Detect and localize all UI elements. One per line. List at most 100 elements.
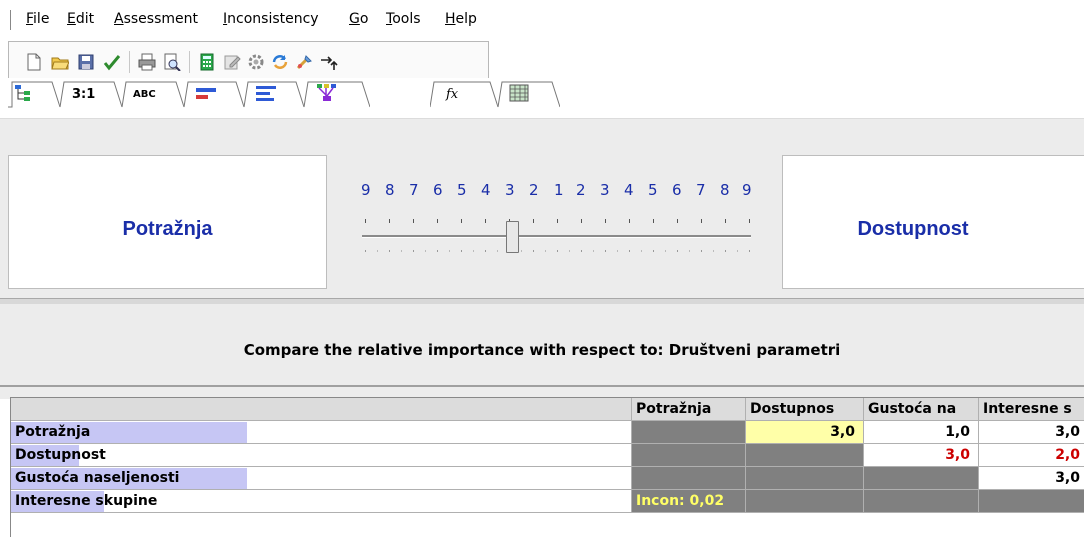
- scale-value[interactable]: 1: [554, 181, 564, 199]
- slider-tick: [557, 250, 558, 252]
- slider-tick: [653, 250, 654, 252]
- scale-value[interactable]: 3: [505, 181, 515, 199]
- slider-tick: [629, 250, 630, 252]
- check-icon[interactable]: [103, 53, 121, 71]
- judgment-cell[interactable]: 3,0: [979, 467, 1084, 490]
- diagonal-cell: [864, 490, 979, 513]
- scale-value[interactable]: 9: [361, 181, 371, 199]
- print-preview-icon[interactable]: [163, 53, 181, 71]
- judgment-slider-track[interactable]: [362, 235, 751, 238]
- column-header[interactable]: Gustoća na: [864, 398, 979, 421]
- tab-questionnaire[interactable]: [244, 80, 304, 108]
- row-header[interactable]: Potražnja: [11, 421, 632, 444]
- tab-formula[interactable]: fx: [430, 80, 498, 108]
- open-folder-icon[interactable]: [51, 53, 69, 71]
- slider-tick: [677, 250, 678, 252]
- scale-value[interactable]: 4: [481, 181, 491, 199]
- tab-spreadsheet[interactable]: [498, 80, 560, 108]
- column-header[interactable]: Potražnja: [632, 398, 746, 421]
- row-label: Potražnja: [15, 424, 91, 440]
- menu-go[interactable]: Go: [349, 11, 368, 27]
- slider-minor-tick: [449, 250, 450, 252]
- tab-graphic[interactable]: [184, 80, 244, 108]
- slider-minor-tick: [521, 250, 522, 252]
- bars-icon: [196, 88, 216, 99]
- menu-assessment[interactable]: Assessment: [114, 11, 198, 27]
- row-header[interactable]: Interesne skupine: [11, 490, 632, 513]
- slider-tick: [461, 219, 462, 223]
- menu-inconsistency[interactable]: Inconsistency: [223, 11, 319, 27]
- scale-value[interactable]: 3: [600, 181, 610, 199]
- judgment-cell-inverted[interactable]: 3,0: [864, 444, 979, 467]
- tab-pairwise-label: 3:1: [72, 87, 96, 102]
- settings-icon[interactable]: [247, 53, 265, 71]
- calculator-icon[interactable]: [198, 53, 216, 71]
- slider-tick: [749, 250, 750, 252]
- menu-file-label: ile: [33, 11, 50, 27]
- slider-minor-tick: [545, 250, 546, 252]
- diagonal-cell: [864, 467, 979, 490]
- scale-value[interactable]: 5: [457, 181, 467, 199]
- slider-tick: [581, 250, 582, 252]
- row-label: Gustoća naseljenosti: [15, 470, 180, 486]
- save-icon[interactable]: [77, 53, 95, 71]
- diagonal-cell: [632, 467, 746, 490]
- menu-help[interactable]: Help: [445, 11, 477, 27]
- slider-tick: [725, 250, 726, 252]
- menu-edit-label: dit: [75, 11, 95, 27]
- scale-value[interactable]: 7: [696, 181, 706, 199]
- slider-tick: [389, 250, 390, 252]
- diagonal-cell: [746, 490, 864, 513]
- menu-go-mnemonic: G: [349, 11, 360, 27]
- edit-icon[interactable]: [223, 53, 241, 71]
- tab-pairwise[interactable]: 3:1: [60, 80, 122, 108]
- row-header[interactable]: Gustoća naseljenosti: [11, 467, 632, 490]
- scale-value[interactable]: 8: [385, 181, 395, 199]
- slider-minor-tick: [377, 250, 378, 252]
- slider-minor-tick: [569, 250, 570, 252]
- column-header[interactable]: Interesne s: [979, 398, 1084, 421]
- scale-value[interactable]: 6: [672, 181, 682, 199]
- scale-value[interactable]: 5: [648, 181, 658, 199]
- slider-tick: [461, 250, 462, 252]
- slider-tick: [389, 219, 390, 223]
- toolbar-separator: [129, 51, 130, 73]
- comparison-grid: Potražnja Dostupnos Gustoća na Interesne…: [10, 397, 1084, 537]
- menu-help-label: elp: [455, 11, 477, 27]
- menu-assessment-mnemonic: A: [114, 11, 124, 27]
- tab-verbal[interactable]: ABC: [122, 80, 184, 108]
- new-file-icon[interactable]: [25, 53, 43, 71]
- scale-value[interactable]: 6: [433, 181, 443, 199]
- tab-outline: [498, 81, 560, 108]
- slider-minor-tick: [689, 250, 690, 252]
- menu-tools[interactable]: Tools: [386, 11, 421, 27]
- column-header[interactable]: Dostupnos: [746, 398, 864, 421]
- scale-value[interactable]: 4: [624, 181, 634, 199]
- diagonal-cell: [979, 490, 1084, 513]
- slider-minor-tick: [617, 250, 618, 252]
- judgment-cell[interactable]: 1,0: [864, 421, 979, 444]
- menu-edit[interactable]: Edit: [67, 11, 94, 27]
- judgment-cell[interactable]: 3,0: [979, 421, 1084, 444]
- scale-value[interactable]: 7: [409, 181, 419, 199]
- refresh-icon[interactable]: [271, 53, 289, 71]
- tab-direct[interactable]: [304, 80, 370, 108]
- row-header[interactable]: Dostupnost: [11, 444, 632, 467]
- slider-tick: [365, 250, 366, 252]
- print-icon[interactable]: [138, 53, 156, 71]
- judgment-slider-thumb[interactable]: [506, 221, 519, 253]
- arrow-icon[interactable]: [320, 53, 338, 71]
- scale-value[interactable]: 9: [742, 181, 752, 199]
- scale-value[interactable]: 2: [529, 181, 539, 199]
- tools-icon[interactable]: [296, 53, 314, 71]
- scale-value[interactable]: 8: [720, 181, 730, 199]
- menu-tools-label: ools: [392, 11, 421, 27]
- menu-file[interactable]: File: [26, 11, 49, 27]
- scale-value[interactable]: 2: [576, 181, 586, 199]
- slider-tick: [365, 219, 366, 223]
- menu-inconsistency-label: nconsistency: [227, 11, 319, 27]
- judgment-cell-inverted[interactable]: 2,0: [979, 444, 1084, 467]
- slider-minor-tick: [497, 250, 498, 252]
- tab-tree[interactable]: [8, 80, 60, 108]
- judgment-cell-selected[interactable]: 3,0: [746, 421, 864, 444]
